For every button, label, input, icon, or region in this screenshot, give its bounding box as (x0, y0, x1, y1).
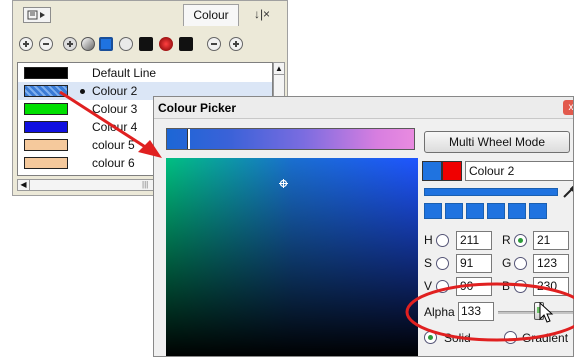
h-label: H (424, 233, 433, 247)
add-colour-icon[interactable] (19, 37, 33, 51)
colour-picker-window: Colour Picker x Multi Wheel Mode Colour … (153, 96, 574, 357)
r-input[interactable]: 21 (533, 231, 569, 250)
colour-name-field[interactable]: Colour 2 (465, 161, 573, 181)
recent-swatch[interactable] (508, 203, 526, 219)
v-radio[interactable] (436, 280, 449, 293)
colour-bar (424, 188, 558, 196)
pencil-icon[interactable] (119, 37, 133, 51)
recent-swatch[interactable] (466, 203, 484, 219)
menu-icon (27, 10, 45, 20)
swatch (24, 85, 68, 97)
recent-swatch[interactable] (529, 203, 547, 219)
colour-name: Colour 2 (92, 84, 138, 98)
black-swatch-icon[interactable] (139, 37, 153, 51)
multi-wheel-mode-button[interactable]: Multi Wheel Mode (424, 131, 570, 153)
scroll-left-icon[interactable]: ◀ (18, 180, 30, 190)
swatch (24, 67, 68, 79)
alpha-label: Alpha (424, 305, 455, 319)
swatch (24, 139, 68, 151)
picker-title: Colour Picker (158, 101, 237, 115)
s-label: S (424, 256, 433, 270)
colour-name: colour 6 (92, 156, 135, 170)
colour-toolbar (17, 35, 285, 57)
recent-swatch[interactable] (487, 203, 505, 219)
edit-gradient-icon[interactable] (81, 37, 95, 51)
g-input[interactable]: 123 (533, 254, 569, 273)
eyedropper-icon[interactable] (562, 185, 574, 199)
dark-red-swatch-icon[interactable] (159, 37, 173, 51)
gradient-radio[interactable] (504, 331, 517, 344)
add-texture-icon[interactable] (63, 37, 77, 51)
g-radio[interactable] (514, 257, 527, 270)
r-radio[interactable] (514, 234, 527, 247)
solid-label: Solid (444, 331, 471, 345)
solid-radio[interactable] (424, 331, 437, 344)
mouse-cursor-icon (539, 302, 554, 323)
v-label: V (424, 279, 433, 293)
swatch (24, 103, 68, 115)
colour-name: colour 5 (92, 138, 135, 152)
black-swatch-icon[interactable] (179, 37, 193, 51)
g-label: G (502, 256, 512, 270)
v-input[interactable]: 90 (456, 277, 492, 296)
picker-title-bar[interactable]: Colour Picker x (154, 97, 573, 119)
remove-colour-icon[interactable] (39, 37, 53, 51)
panel-menu-button[interactable] (23, 7, 51, 23)
current-colour-swatch (422, 161, 462, 181)
colour-name: Colour 4 (92, 120, 138, 134)
v-b-row: V 90 B 230 (424, 277, 573, 297)
colour-name: Default Line (92, 66, 157, 80)
h-input[interactable]: 211 (456, 231, 492, 250)
tab-controls[interactable]: ↓|× (241, 4, 283, 26)
hue-marker[interactable] (187, 129, 190, 149)
s-g-row: S 91 G 123 (424, 254, 573, 274)
gradient-label: Gradient (522, 331, 569, 345)
h-radio[interactable] (436, 234, 449, 247)
secondary-swatch (442, 161, 462, 181)
scroll-grip-icon: ||| (142, 180, 149, 189)
alpha-input[interactable]: 133 (458, 302, 494, 321)
recent-swatch[interactable] (445, 203, 463, 219)
swatch (24, 157, 68, 169)
close-icon[interactable]: x (563, 100, 573, 115)
swatch (24, 121, 68, 133)
s-radio[interactable] (436, 257, 449, 270)
current-colour-dot (80, 89, 85, 94)
hue-slider[interactable] (166, 128, 415, 150)
b-input[interactable]: 230 (533, 277, 569, 296)
recent-swatch[interactable] (424, 203, 442, 219)
h-r-row: H 211 R 21 (424, 231, 573, 251)
saturation-value-area[interactable] (166, 158, 418, 356)
crosshair-icon[interactable] (279, 179, 288, 188)
s-input[interactable]: 91 (456, 254, 492, 273)
tab-colour[interactable]: Colour (183, 4, 239, 26)
colour-name: Colour 3 (92, 102, 138, 116)
scroll-icon[interactable] (229, 37, 243, 51)
list-item[interactable]: Default Line (18, 64, 272, 82)
scroll-up-icon[interactable]: ▲ (274, 63, 284, 75)
link-icon[interactable] (207, 37, 221, 51)
r-label: R (502, 233, 511, 247)
swatch-mode-icon[interactable] (99, 37, 113, 51)
b-radio[interactable] (514, 280, 527, 293)
b-label: B (502, 279, 511, 293)
primary-swatch (422, 161, 442, 181)
